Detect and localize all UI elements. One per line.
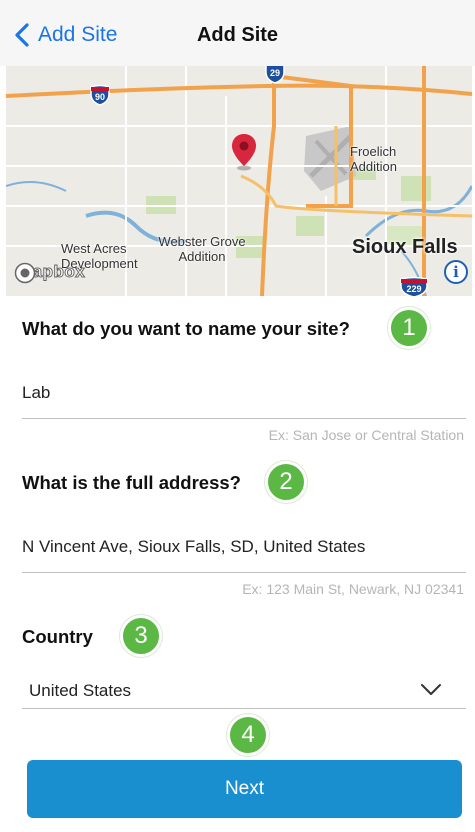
- mapbox-logo[interactable]: mapbox: [14, 262, 85, 284]
- country-select-value: United States: [29, 681, 132, 700]
- chevron-down-icon: [421, 684, 441, 695]
- info-icon[interactable]: i: [444, 260, 468, 284]
- address-underline: [22, 572, 466, 573]
- step-badge-1: 1: [388, 307, 430, 349]
- step-badge-4: 4: [227, 714, 269, 756]
- country-label: Country: [22, 626, 93, 647]
- i229-shield-icon: 229: [399, 276, 429, 296]
- i229-label: 229: [406, 284, 422, 294]
- step-badge-3: 3: [120, 615, 162, 657]
- step-badge-2: 2: [265, 461, 307, 503]
- map-label-webster-grove: Webster Grove Addition: [158, 234, 246, 264]
- map-label-froelich: Froelich Addition: [350, 144, 397, 174]
- page-title: Add Site: [196, 24, 279, 46]
- nav-bar: Add Site Add Site: [0, 0, 475, 66]
- site-name-hint: Ex: San Jose or Central Station: [268, 427, 464, 443]
- address-hint: Ex: 123 Main St, Newark, NJ 02341: [242, 581, 464, 597]
- i29-label: 29: [269, 68, 280, 78]
- country-underline: [22, 708, 466, 709]
- i90-shield-icon: 90: [89, 84, 111, 106]
- site-name-underline: [22, 418, 466, 419]
- address-question: What is the full address?: [22, 472, 241, 493]
- i90-label: 90: [94, 92, 105, 102]
- site-name-question: What do you want to name your site?: [22, 318, 350, 339]
- address-input[interactable]: N Vincent Ave, Sioux Falls, SD, United S…: [22, 537, 462, 561]
- site-name-input[interactable]: Lab: [22, 383, 462, 407]
- map-view[interactable]: 90 29 229 Froelich Addition West Acres D…: [6, 66, 472, 296]
- mapbox-icon: [14, 262, 36, 284]
- i29-shield-icon: 29: [264, 66, 286, 84]
- map-label-city: Sioux Falls: [352, 236, 458, 258]
- next-button[interactable]: Next: [27, 760, 462, 818]
- location-pin-icon: [232, 134, 256, 171]
